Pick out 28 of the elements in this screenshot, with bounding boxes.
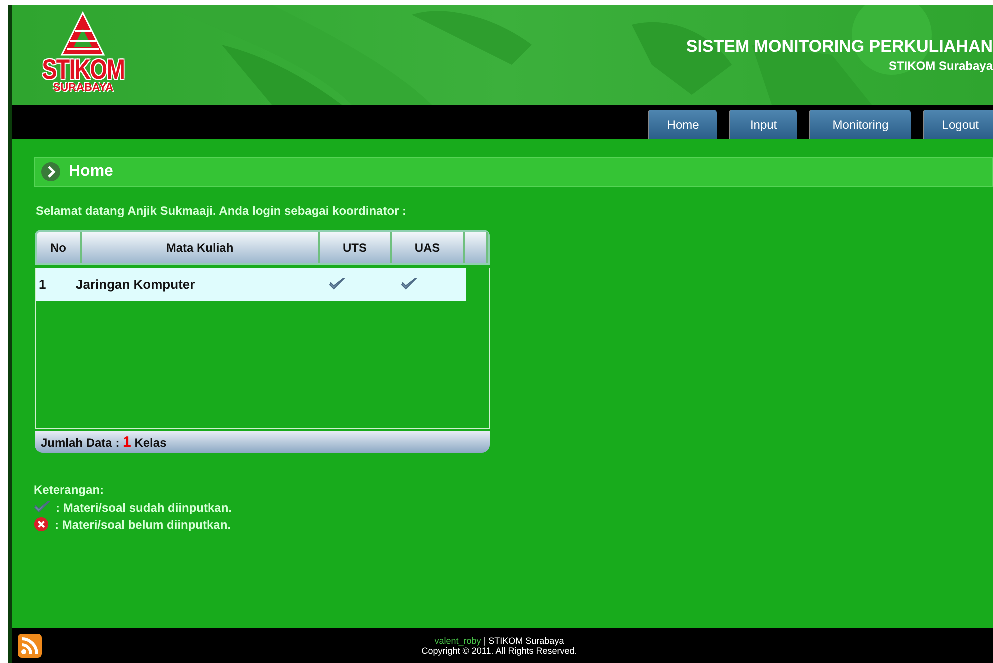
table-cell-text: Jaringan Komputer xyxy=(76,276,196,294)
column-header: No xyxy=(37,232,82,263)
copyright-text: Copyright © 2011. All Rights Reserved. xyxy=(422,646,578,656)
nav-tab[interactable]: Monitoring xyxy=(809,110,912,139)
nav-tab[interactable]: Home xyxy=(648,110,718,139)
legend-text: : Materi/soal sudah diinputkan. xyxy=(56,501,232,515)
summary-text: Jumlah Data : 1 Kelas xyxy=(41,434,167,450)
check-icon xyxy=(329,278,345,292)
site-title: SISTEM MONITORING PERKULIAHAN xyxy=(686,37,993,57)
legend-text: : Materi/soal belum diinputkan. xyxy=(55,518,232,532)
cross-icon xyxy=(34,517,49,532)
footer-credit: valent_roby | STIKOM Surabaya xyxy=(434,636,564,646)
legend-title: Keterangan: xyxy=(34,483,106,497)
column-header: Mata Kuliah xyxy=(82,232,320,263)
column-header: UTS xyxy=(320,232,392,263)
logo-icon xyxy=(60,11,106,57)
logo-city: SURABAYA xyxy=(53,83,114,94)
section-title: Home xyxy=(69,163,114,181)
table-cell-text: 1 xyxy=(38,276,48,294)
logo-name: STIKOM xyxy=(42,57,125,83)
check-icon xyxy=(401,278,417,292)
rss-icon[interactable] xyxy=(18,634,42,658)
column-header: UAS xyxy=(392,232,465,263)
check-icon xyxy=(34,501,50,515)
site-subtitle: STIKOM Surabaya xyxy=(888,59,993,73)
welcome-text: Selamat datang Anjik Sukmaaji. Anda login sebagai koordinator : xyxy=(36,204,408,218)
nav-tab[interactable]: Logout xyxy=(923,110,993,139)
nav-tab[interactable]: Input xyxy=(729,110,798,139)
